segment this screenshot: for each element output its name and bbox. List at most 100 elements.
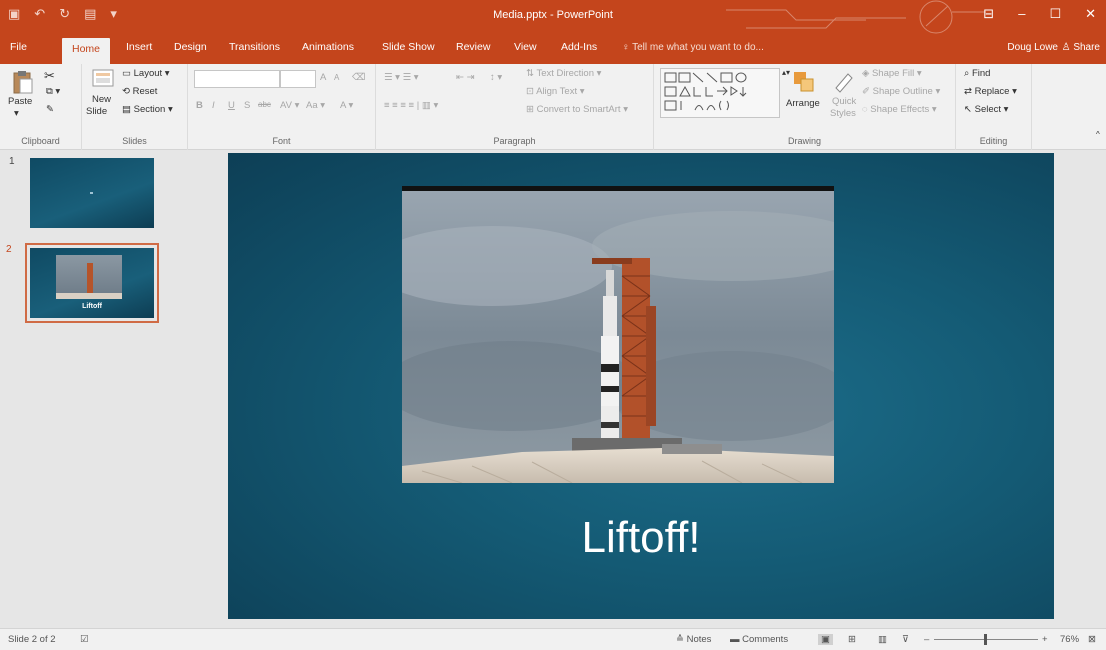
launch-photo[interactable] <box>402 186 834 483</box>
copy-icon[interactable]: ⧉ ▾ <box>46 86 60 97</box>
reading-view-icon[interactable]: ▥ <box>878 634 887 645</box>
tab-add-ins[interactable]: Add-Ins <box>561 41 597 53</box>
slide-thumbnails-pane: 1 2 Liftoff <box>0 150 165 628</box>
increase-font-icon[interactable]: A <box>320 72 326 83</box>
slide-sorter-icon[interactable]: ⊞ <box>848 634 856 645</box>
zoom-in-button[interactable]: + <box>1042 634 1048 645</box>
new-slide-icon[interactable] <box>92 69 114 93</box>
shape-fill-icon: ◈ <box>862 68 872 79</box>
tab-view[interactable]: View <box>514 41 537 53</box>
alignment-icons[interactable]: ≡ ≡ ≡ ≡ | ▥ ▾ <box>384 100 438 111</box>
quick-styles-label-2[interactable]: Styles <box>830 108 856 119</box>
decrease-font-icon[interactable]: A <box>334 73 339 82</box>
find-button[interactable]: ⌕ Find <box>964 68 990 79</box>
indent-icon[interactable]: ⇤ ⇥ <box>456 72 475 83</box>
underline-button[interactable]: U <box>228 100 235 111</box>
replace-label: Replace <box>974 86 1010 97</box>
layout-label: Layout <box>133 68 163 79</box>
new-slide-label-2[interactable]: Slide <box>86 106 107 117</box>
reset-button[interactable]: ⟲ Reset <box>122 86 157 97</box>
normal-view-icon[interactable]: ▣ <box>818 634 833 645</box>
user-name[interactable]: Doug Lowe <box>1007 42 1058 53</box>
zoom-level[interactable]: 76% <box>1060 634 1079 645</box>
paste-label[interactable]: Paste <box>8 96 32 107</box>
select-button[interactable]: ↖ Select ▾ <box>964 104 1008 115</box>
slide-title[interactable]: Liftoff! <box>228 513 1054 563</box>
strikethrough-button[interactable]: abc <box>258 100 271 109</box>
quick-styles-label[interactable]: Quick <box>832 96 856 107</box>
share-button[interactable]: ♙ Share <box>1062 42 1100 53</box>
tab-slide-show[interactable]: Slide Show <box>382 41 435 53</box>
shapes-gallery[interactable] <box>660 68 780 118</box>
paste-icon[interactable] <box>12 69 34 95</box>
tab-insert[interactable]: Insert <box>126 41 152 53</box>
tab-review[interactable]: Review <box>456 41 490 53</box>
slide-thumbnail-1[interactable] <box>30 158 154 228</box>
arrange-label[interactable]: Arrange <box>786 98 820 109</box>
notes-button[interactable]: ≙ Notes <box>676 634 711 645</box>
comment-icon: ▬ <box>730 634 743 645</box>
cut-icon[interactable]: ✂ <box>44 68 55 84</box>
change-case-button[interactable]: Aa ▾ <box>306 100 325 111</box>
tell-me-search[interactable]: ♀ Tell me what you want to do... <box>622 42 764 53</box>
align-text-button[interactable]: ⊡ Align Text ▾ <box>526 86 585 97</box>
text-direction-icon: ⇅ <box>526 68 537 79</box>
reset-label: Reset <box>132 86 158 97</box>
quick-styles-icon[interactable] <box>832 70 854 94</box>
layout-button[interactable]: ▭ Layout ▾ <box>122 68 170 79</box>
collapse-ribbon-icon[interactable]: ^ <box>1096 130 1100 139</box>
shape-fill-button[interactable]: ◈ Shape Fill ▾ <box>862 68 922 79</box>
shape-outline-button[interactable]: ✐ Shape Outline ▾ <box>862 86 940 97</box>
restore-button[interactable]: ☐ <box>1049 6 1061 22</box>
shape-outline-label: Shape Outline <box>872 86 933 97</box>
arrange-icon[interactable] <box>792 70 818 94</box>
clear-formatting-icon[interactable]: ⌫ <box>352 72 365 83</box>
font-color-button[interactable]: A ▾ <box>340 100 353 111</box>
editing-group-label: Editing <box>979 136 1008 146</box>
slide-canvas[interactable]: Liftoff! <box>228 153 1054 619</box>
fit-to-window-icon[interactable]: ⊠ <box>1088 634 1096 645</box>
share-label: Share <box>1073 42 1100 53</box>
thumbnail-caption: Liftoff <box>82 303 102 310</box>
lightbulb-icon: ♀ <box>622 42 633 53</box>
italic-button[interactable]: I <box>212 100 215 111</box>
bold-button[interactable]: B <box>196 100 203 111</box>
format-painter-icon[interactable]: ✎ <box>46 104 54 115</box>
comments-button[interactable]: ▬ Comments <box>730 634 788 645</box>
zoom-out-button[interactable]: – <box>924 634 929 645</box>
section-button[interactable]: ▤ Section ▾ <box>122 104 173 115</box>
font-size-box[interactable] <box>280 70 316 88</box>
tab-animations[interactable]: Animations <box>302 41 354 53</box>
editing-group: ⌕ Find ⇄ Replace ▾ ↖ Select ▾ Editing <box>956 64 1032 150</box>
close-button[interactable]: ✕ <box>1085 6 1096 22</box>
bullets-icon[interactable]: ☰ ▾ ☰ ▾ <box>384 72 419 83</box>
ribbon-display-options-button[interactable]: ⊟ <box>983 6 994 22</box>
line-spacing-icon[interactable]: ↕ ▾ <box>490 72 502 83</box>
font-name-box[interactable] <box>194 70 280 88</box>
document-title: Media.pptx - PowerPoint <box>493 9 613 21</box>
char-spacing-icon[interactable]: AV ▾ <box>280 100 299 111</box>
find-label: Find <box>971 68 991 79</box>
cursor-icon: ↖ <box>964 104 975 115</box>
tab-design[interactable]: Design <box>174 41 207 53</box>
thumbnail-number: 2 <box>6 244 12 255</box>
text-direction-button[interactable]: ⇅ Text Direction ▾ <box>526 68 601 79</box>
shadow-button[interactable]: S <box>244 100 250 111</box>
shape-effects-button[interactable]: ◌ Shape Effects ▾ <box>862 104 937 115</box>
thumbnail-number: 1 <box>9 156 15 167</box>
spell-check-icon[interactable]: ☑ <box>80 634 89 645</box>
tab-transitions[interactable]: Transitions <box>229 41 280 53</box>
notes-icon: ≙ <box>676 634 687 645</box>
slide-thumbnail-2[interactable]: Liftoff <box>25 243 159 323</box>
convert-smartart-button[interactable]: ⊞ Convert to SmartArt ▾ <box>526 104 628 115</box>
tab-file[interactable]: File <box>10 41 27 53</box>
replace-button[interactable]: ⇄ Replace ▾ <box>964 86 1017 97</box>
clipboard-group-label: Clipboard <box>21 136 60 146</box>
paste-dropdown-icon[interactable]: ▾ <box>14 108 19 119</box>
slideshow-icon[interactable]: ⊽ <box>902 634 909 645</box>
tab-home[interactable]: Home <box>62 38 111 64</box>
minimize-button[interactable]: – <box>1018 6 1025 22</box>
zoom-slider-thumb[interactable] <box>984 634 987 645</box>
shapes-more-icon[interactable]: ▴▾ <box>782 68 790 77</box>
new-slide-label[interactable]: New <box>92 94 111 105</box>
